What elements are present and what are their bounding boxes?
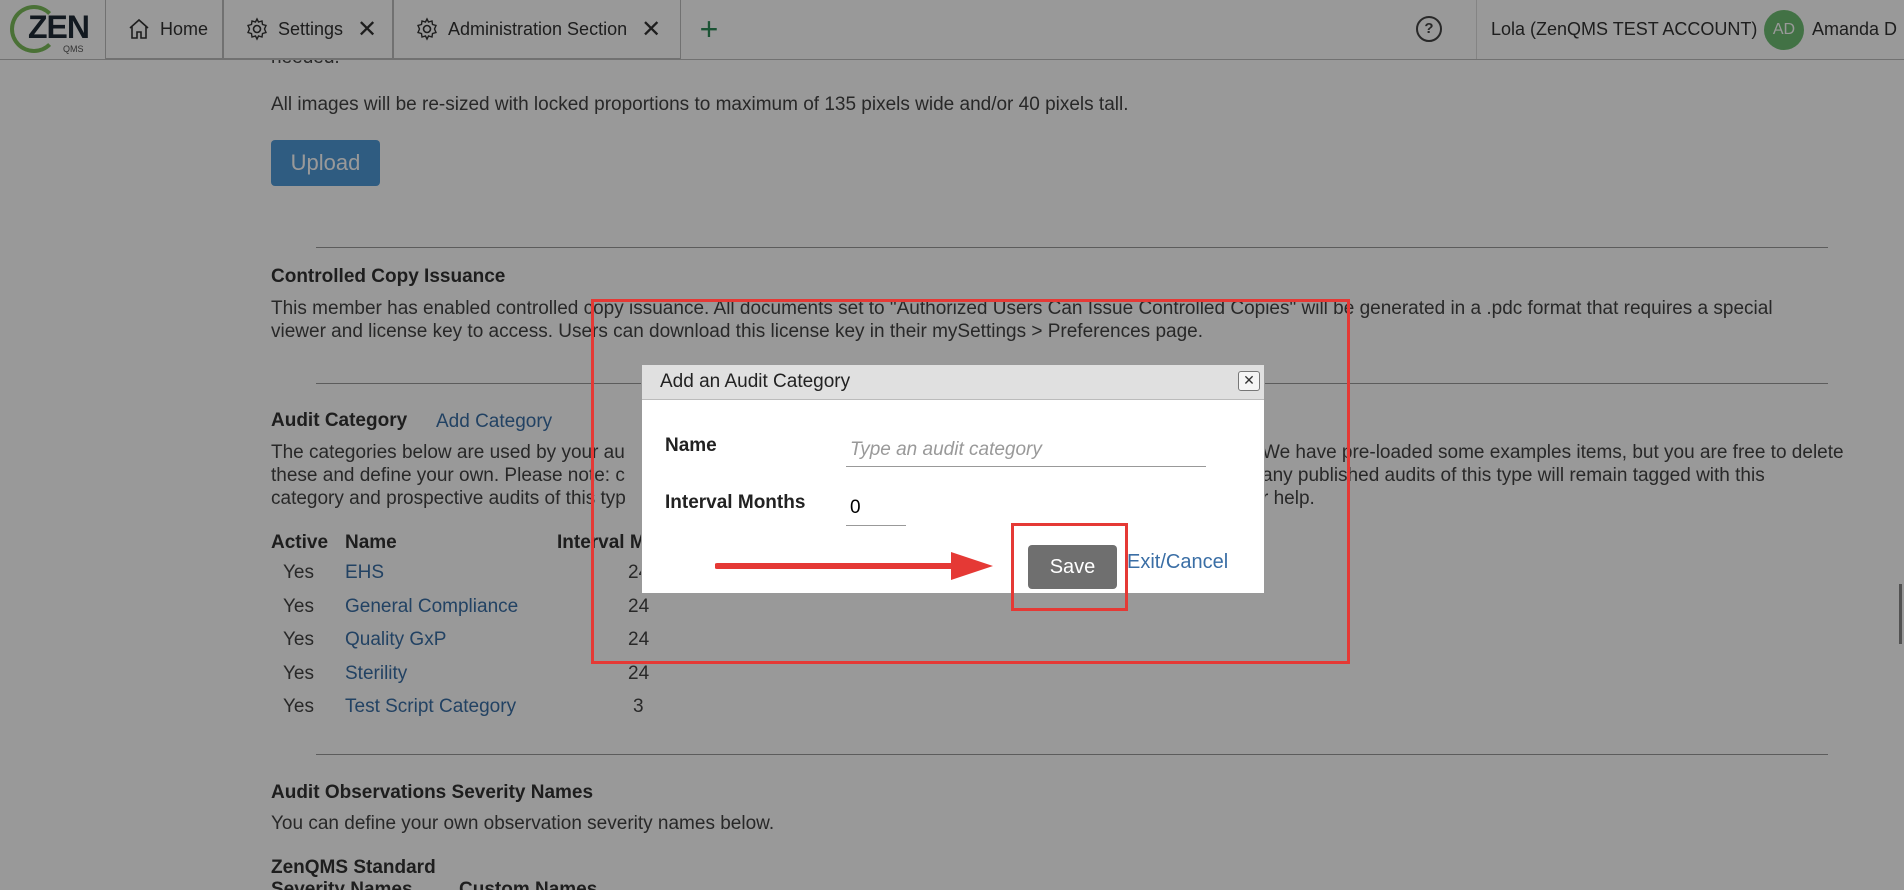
annotation-arrow xyxy=(715,552,993,580)
annotation-outline-dialog xyxy=(591,299,1350,664)
annotation-outline-save xyxy=(1011,523,1128,611)
